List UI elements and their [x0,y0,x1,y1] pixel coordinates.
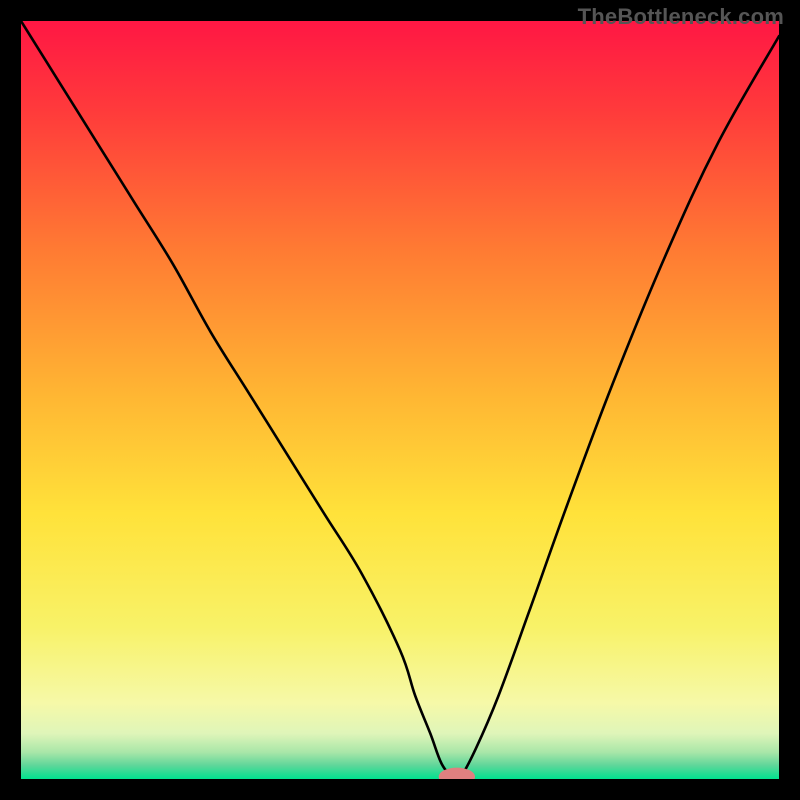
chart-svg [21,21,779,779]
plot-area [21,21,779,779]
chart-frame: TheBottleneck.com [0,0,800,800]
watermark-text: TheBottleneck.com [578,4,784,30]
gradient-background [21,21,779,779]
